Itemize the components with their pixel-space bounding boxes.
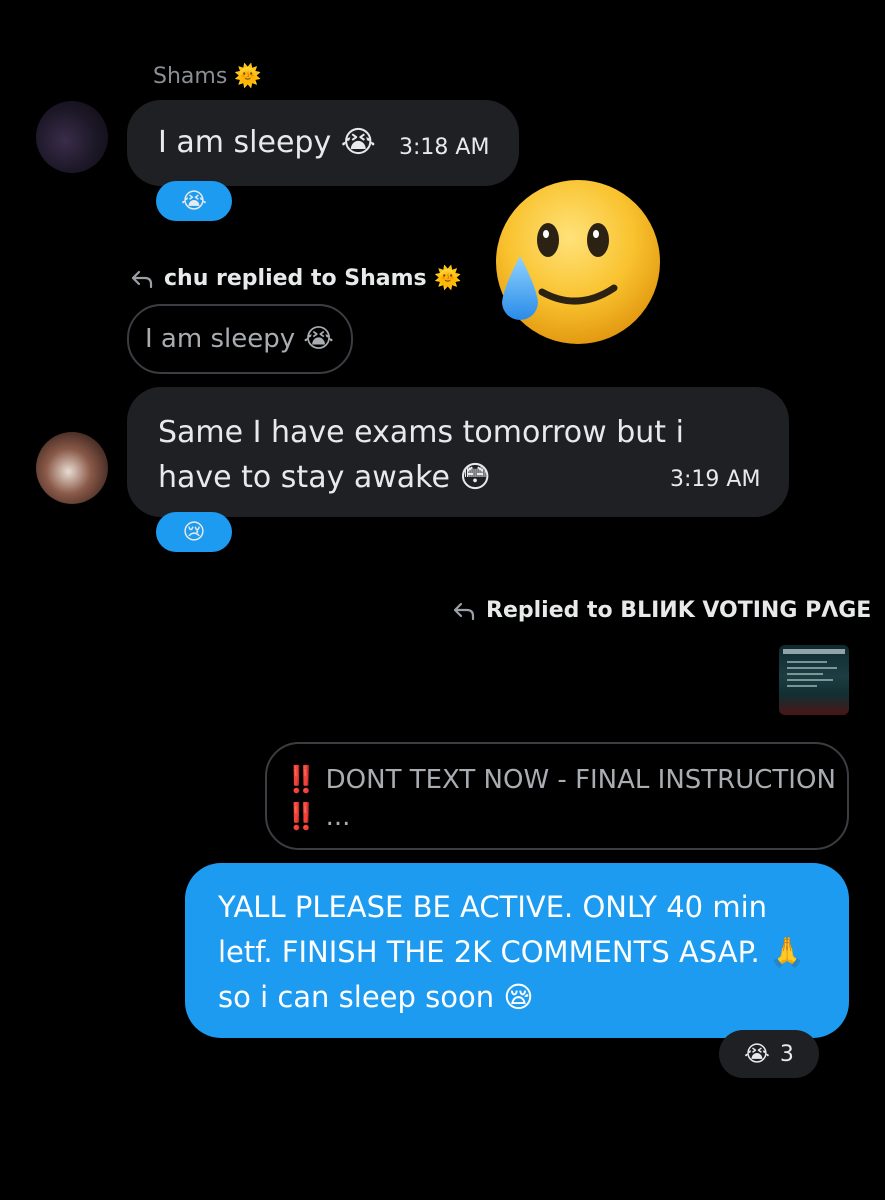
message-bubble[interactable]: I am sleepy 😭 3:18 AM: [127, 100, 519, 186]
message-text: YALL PLEASE BE ACTIVE. ONLY 40 min letf.…: [218, 890, 806, 1014]
message-text: I am sleepy 😭: [158, 125, 376, 160]
reaction-emoji: 😭: [744, 1041, 770, 1067]
reaction-badge[interactable]: 😭 3: [719, 1030, 819, 1078]
reply-banner-text: chu replied to Shams 🌞: [164, 266, 462, 291]
smiling-face-with-tear-icon: [496, 180, 660, 344]
reaction-badge[interactable]: 😢: [156, 512, 232, 552]
reply-banner: chu replied to Shams 🌞: [130, 266, 462, 291]
reply-arrow-icon: [453, 602, 475, 620]
quoted-image-thumbnail[interactable]: [779, 645, 849, 715]
sender-name: Shams 🌞: [153, 64, 262, 89]
reply-arrow-icon: [131, 270, 153, 288]
message-bubble[interactable]: Same I have exams tomorrow but i have to…: [127, 387, 789, 517]
reply-banner-text: Replied to BLIИK VOTING PΛGE: [486, 598, 872, 623]
avatar[interactable]: [36, 432, 108, 504]
message-time: 3:19 AM: [670, 467, 761, 492]
reaction-count: 3: [779, 1041, 794, 1067]
message-text: Same I have exams tomorrow but i have to…: [158, 415, 684, 495]
quoted-message[interactable]: I am sleepy 😭: [127, 304, 353, 374]
avatar[interactable]: [36, 101, 108, 173]
quoted-message[interactable]: ‼️ DONT TEXT NOW - FINAL INSTRUCTION ‼️ …: [265, 742, 849, 850]
reply-banner: Replied to BLIИK VOTING PΛGE: [452, 598, 871, 623]
message-time: 3:18 AM: [399, 135, 490, 160]
message-bubble-outgoing[interactable]: YALL PLEASE BE ACTIVE. ONLY 40 min letf.…: [185, 863, 849, 1038]
reaction-badge[interactable]: 😭: [156, 181, 232, 221]
